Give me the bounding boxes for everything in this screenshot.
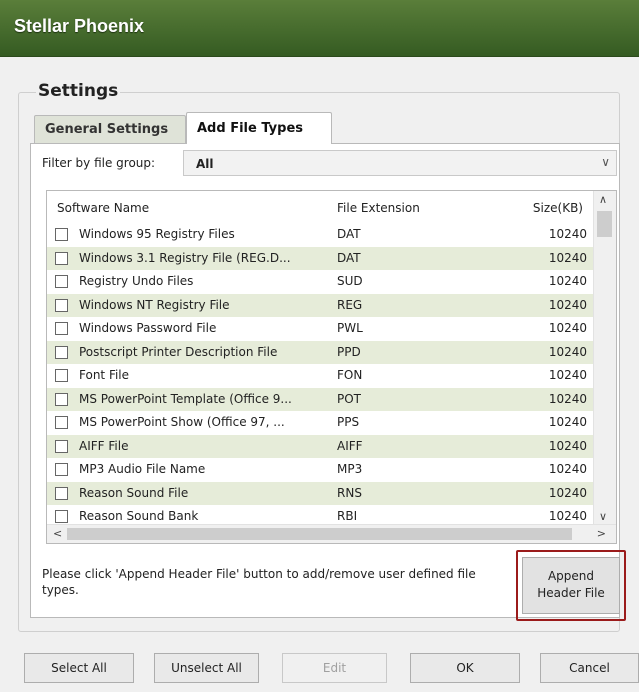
file-extension: SUD [337, 274, 363, 288]
file-size: 10240 [548, 297, 587, 312]
append-header-file-button[interactable]: Append Header File [522, 557, 620, 614]
row-checkbox[interactable] [55, 510, 68, 523]
horizontal-scroll-thumb[interactable] [67, 528, 572, 540]
software-name: Font File [79, 368, 130, 382]
table-row[interactable]: Windows 3.1 Registry File (REG.D... DAT … [47, 246, 595, 270]
file-extension: DAT [337, 250, 361, 265]
file-extension: PWL [337, 321, 363, 335]
append-header-instructions: Please click 'Append Header File' button… [42, 567, 476, 597]
row-checkbox[interactable] [55, 228, 68, 241]
vertical-scroll-thumb[interactable] [597, 211, 612, 237]
file-size: 10240 [548, 227, 587, 241]
row-checkbox[interactable] [55, 298, 68, 312]
table-row[interactable]: MP3 Audio File Name MP3 10240 [47, 458, 595, 482]
file-extension: AIFF [337, 438, 363, 453]
chevron-down-icon: ∨ [601, 155, 610, 169]
filter-group-select[interactable]: All ∨ [183, 150, 617, 176]
ok-button[interactable]: OK [410, 653, 520, 683]
tab-general-settings[interactable]: General Settings [34, 115, 186, 143]
file-extension: REG [337, 297, 363, 312]
software-name: Registry Undo Files [79, 274, 194, 288]
table-row[interactable]: Postscript Printer Description File PPD … [47, 340, 595, 364]
file-size: 10240 [548, 509, 587, 523]
software-name: Postscript Printer Description File [79, 344, 278, 359]
row-checkbox[interactable] [55, 416, 68, 429]
column-header-file-extension[interactable]: File Extension [337, 201, 420, 215]
file-size: 10240 [548, 462, 587, 476]
select-all-button[interactable]: Select All [24, 653, 134, 683]
file-extension: DAT [337, 227, 361, 241]
table-row[interactable]: MS PowerPoint Template (Office 9... POT … [47, 387, 595, 411]
horizontal-scrollbar[interactable]: < > [47, 524, 616, 543]
table-row[interactable]: Windows Password File PWL 10240 [47, 317, 595, 341]
software-name: AIFF File [79, 438, 129, 453]
filter-label: Filter by file group: [42, 156, 156, 170]
table-row[interactable]: Windows NT Registry File REG 10240 [47, 293, 595, 317]
row-checkbox[interactable] [55, 463, 68, 476]
vertical-scrollbar[interactable]: ∧ ∨ [593, 191, 616, 525]
filter-group-value: All [196, 157, 214, 171]
row-checkbox[interactable] [55, 392, 68, 406]
row-checkbox[interactable] [55, 486, 68, 500]
row-checkbox[interactable] [55, 322, 68, 335]
file-extension: RBI [337, 509, 358, 523]
software-name: Reason Sound File [79, 485, 189, 500]
software-name: Windows 3.1 Registry File (REG.D... [79, 250, 291, 265]
software-name: Reason Sound Bank [79, 509, 199, 523]
append-button-line1: Append [547, 569, 595, 583]
window-title: Stellar Phoenix [14, 16, 145, 36]
row-checkbox[interactable] [55, 251, 68, 265]
software-name: MS PowerPoint Template (Office 9... [79, 391, 292, 406]
list-rows: Windows 95 Registry Files DAT 10240 Wind… [47, 223, 595, 529]
table-row[interactable]: Registry Undo Files SUD 10240 [47, 270, 595, 294]
title-bar: Stellar Phoenix [0, 0, 639, 57]
settings-group-label: Settings [36, 81, 121, 101]
software-name: Windows NT Registry File [79, 297, 230, 312]
row-checkbox[interactable] [55, 439, 68, 453]
software-name: Windows 95 Registry Files [79, 227, 235, 241]
file-extension: MP3 [337, 462, 363, 476]
tab-add-file-types[interactable]: Add File Types [186, 112, 332, 144]
unselect-all-button[interactable]: Unselect All [154, 653, 259, 683]
file-extension: FON [337, 368, 363, 382]
chevron-up-icon[interactable]: ∧ [599, 193, 607, 206]
row-checkbox[interactable] [55, 345, 68, 359]
file-size: 10240 [548, 368, 587, 382]
table-row[interactable]: Font File FON 10240 [47, 364, 595, 388]
append-button-line2: Header File [537, 586, 605, 600]
software-name: Windows Password File [79, 321, 217, 335]
file-size: 10240 [548, 250, 587, 265]
file-extension: POT [337, 391, 362, 406]
file-extension: RNS [337, 485, 362, 500]
table-row[interactable]: MS PowerPoint Show (Office 97, ... PPS 1… [47, 411, 595, 435]
software-name: MP3 Audio File Name [79, 462, 206, 476]
file-types-list[interactable]: Software Name File Extension Size(KB) Wi… [46, 190, 617, 544]
file-extension: PPS [337, 415, 360, 429]
table-row[interactable]: Reason Sound File RNS 10240 [47, 481, 595, 505]
row-checkbox[interactable] [55, 275, 68, 288]
list-header: Software Name File Extension Size(KB) [47, 191, 595, 221]
chevron-right-icon[interactable]: > [597, 527, 606, 540]
file-size: 10240 [548, 321, 587, 335]
row-checkbox[interactable] [55, 369, 68, 382]
cancel-button[interactable]: Cancel [540, 653, 639, 683]
edit-button[interactable]: Edit [282, 653, 387, 683]
column-header-size[interactable]: Size(KB) [533, 201, 583, 215]
file-size: 10240 [548, 274, 587, 288]
chevron-left-icon[interactable]: < [53, 527, 62, 540]
file-extension: PPD [337, 344, 361, 359]
file-size: 10240 [548, 485, 587, 500]
file-size: 10240 [548, 438, 587, 453]
column-header-software-name[interactable]: Software Name [57, 201, 149, 215]
file-size: 10240 [548, 415, 587, 429]
file-size: 10240 [548, 391, 587, 406]
software-name: MS PowerPoint Show (Office 97, ... [79, 415, 285, 429]
table-row[interactable]: Windows 95 Registry Files DAT 10240 [47, 223, 595, 247]
table-row[interactable]: AIFF File AIFF 10240 [47, 434, 595, 458]
chevron-down-icon[interactable]: ∨ [599, 510, 607, 523]
file-size: 10240 [548, 344, 587, 359]
